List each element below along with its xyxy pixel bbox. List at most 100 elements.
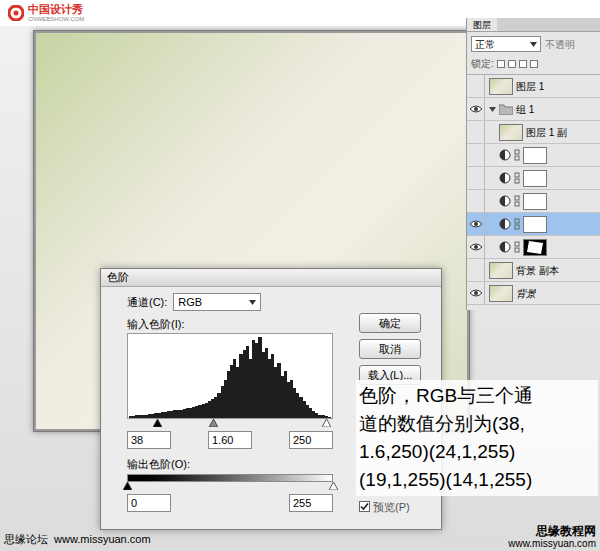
caption-line: 道的数值分别为(38,	[359, 410, 595, 438]
histogram-bar	[328, 417, 331, 418]
adjustment-icon	[499, 218, 511, 230]
visibility-toggle[interactable]	[467, 144, 485, 166]
white-slider-icon[interactable]	[322, 419, 331, 427]
lock-option-icon[interactable]	[530, 60, 538, 68]
dialog-title-bar: 色阶	[101, 269, 441, 287]
channel-row: 通道(C):RGB	[127, 293, 355, 311]
layer-body	[485, 216, 547, 233]
layer-row[interactable]: 背景	[467, 282, 600, 305]
lock-option-icon[interactable]	[508, 60, 516, 68]
layer-row[interactable]	[467, 144, 600, 167]
black-slider-icon[interactable]	[153, 419, 162, 427]
white-slider-icon[interactable]	[329, 482, 338, 490]
levels-controls: 通道(C):RGB输入色阶(I):381.60250输出色阶(O):0255	[101, 287, 355, 529]
channel-select[interactable]: RGB	[173, 293, 261, 311]
layer-row[interactable]	[467, 190, 600, 213]
mask-thumbnail	[523, 147, 547, 164]
link-icon	[514, 149, 520, 161]
output-gradient	[127, 474, 333, 482]
adjustment-icon	[499, 241, 511, 253]
input-level-field[interactable]: 1.60	[208, 431, 252, 449]
blend-mode: 正常	[475, 37, 495, 52]
panel-tabs: 图层	[467, 18, 600, 32]
layer-body: 图层 1	[485, 78, 544, 95]
visibility-toggle[interactable]	[467, 75, 485, 97]
eye-icon	[470, 105, 482, 113]
visibility-toggle[interactable]	[467, 213, 485, 235]
eye-icon	[470, 243, 482, 251]
logo-name[interactable]: 中国设计秀	[28, 4, 84, 15]
lock-option-icon[interactable]	[497, 60, 505, 68]
logo[interactable]: 中国设计秀CNWEBSHOW.COM	[28, 4, 84, 22]
footer-site[interactable]: 思缘教程网	[536, 525, 596, 537]
layer-thumbnail	[489, 78, 513, 95]
layer-body	[485, 170, 547, 187]
layer-row[interactable]	[467, 236, 600, 259]
visibility-toggle[interactable]	[467, 167, 485, 189]
blend-mode-select[interactable]: 正常	[471, 36, 541, 52]
lock-option-icon[interactable]	[519, 60, 527, 68]
visibility-toggle[interactable]	[467, 121, 485, 143]
layer-row[interactable]: 背景 副本	[467, 259, 600, 282]
layer-name[interactable]: 背景 副本	[516, 263, 559, 278]
layer-row[interactable]	[467, 213, 600, 236]
caption-line: 1.6,250)(24,1,255)	[359, 438, 595, 466]
eye-icon	[470, 220, 482, 228]
visibility-toggle[interactable]	[467, 259, 485, 281]
layer-body	[485, 239, 547, 256]
mask-thumbnail	[523, 193, 547, 210]
layer-name[interactable]: 图层 1	[516, 79, 544, 94]
caption-line: 色阶，RGB与三个通	[359, 382, 595, 410]
input-level-field[interactable]: 250	[289, 431, 333, 449]
input-level-field[interactable]: 38	[127, 431, 171, 449]
visibility-toggle[interactable]	[467, 98, 485, 120]
output-level-field[interactable]: 255	[289, 494, 333, 512]
footer-site[interactable]: 思缘论坛	[4, 531, 48, 548]
layer-thumbnail	[489, 285, 513, 302]
layer-name[interactable]: 图层 1 副	[526, 125, 567, 140]
layer-body: 背景 副本	[485, 262, 559, 279]
mask-thumbnail-icon	[523, 239, 547, 256]
mask-thumbnail	[523, 216, 547, 233]
gray-slider-icon[interactable]	[209, 419, 218, 427]
output-levels-label: 输出色阶(O):	[127, 457, 355, 471]
layer-body	[485, 147, 547, 164]
layer-name[interactable]: 背景	[516, 286, 536, 301]
dialog-button[interactable]: 取消	[359, 339, 421, 359]
black-slider-icon[interactable]	[123, 482, 132, 490]
expanded-arrow-icon	[489, 106, 496, 113]
footer-url[interactable]: www.missyuan.com	[54, 531, 151, 548]
panel-tab[interactable]: 图层	[467, 18, 497, 31]
layers-list: 图层 1 组 1 图层 1 副背景 副本背景	[467, 75, 600, 305]
layer-body: 图层 1 副	[485, 124, 567, 141]
preview-label: 预览(P)	[373, 499, 410, 516]
layer-row[interactable]: 图层 1 副	[467, 121, 600, 144]
layer-thumbnail	[489, 262, 513, 279]
visibility-toggle[interactable]	[467, 236, 485, 258]
logo-icon	[8, 5, 24, 21]
adjustment-icon	[499, 195, 511, 207]
layers-panel: 图层正常不透明锁定:图层 1组 1图层 1 副背景 副本背景	[466, 18, 600, 310]
channel-value: RGB	[178, 294, 202, 311]
layer-body	[485, 193, 547, 210]
preview-option[interactable]: 预览(P)	[359, 499, 410, 516]
layer-name[interactable]: 组 1	[516, 102, 534, 117]
layer-row[interactable]: 组 1	[467, 98, 600, 121]
preview-checkbox[interactable]	[359, 501, 370, 512]
caption: 色阶，RGB与三个通道的数值分别为(38,1.6,250)(24,1,255)(…	[356, 380, 598, 496]
footer-url[interactable]: www.missyuan.com	[508, 539, 596, 549]
visibility-toggle[interactable]	[467, 190, 485, 212]
adjustment-icon	[499, 149, 511, 161]
layer-row[interactable]	[467, 167, 600, 190]
dropdown-arrow-icon	[249, 300, 256, 305]
layer-body: 背景	[485, 285, 536, 302]
layer-row[interactable]: 图层 1	[467, 75, 600, 98]
link-icon	[514, 195, 520, 207]
adjustment-icon	[499, 172, 511, 184]
check-icon	[360, 502, 369, 511]
dialog-button[interactable]: 确定	[359, 313, 421, 333]
footer-left: 思缘论坛 www.missyuan.com	[4, 531, 151, 548]
output-level-field[interactable]: 0	[127, 494, 171, 512]
layer-body: 组 1	[485, 102, 534, 117]
visibility-toggle[interactable]	[467, 282, 485, 304]
